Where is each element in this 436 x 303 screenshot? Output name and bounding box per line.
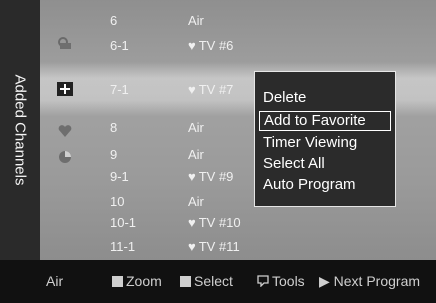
channel-name: Air <box>188 120 204 135</box>
select-label: Select <box>194 273 233 289</box>
tools-icon <box>257 273 269 288</box>
menu-item-auto-program[interactable]: Auto Program <box>259 175 391 195</box>
menu-item-timer-viewing[interactable]: Timer Viewing <box>259 133 391 153</box>
channel-number: 9 <box>110 147 118 162</box>
side-title-bar: Added Channels <box>0 0 40 260</box>
tools-context-menu: Delete Add to Favorite Timer Viewing Sel… <box>254 71 396 207</box>
tools-guide[interactable]: Tools <box>257 272 305 290</box>
zoom-label: Zoom <box>126 273 162 289</box>
channel-name: TV #7 <box>198 82 234 97</box>
channel-name-with-favorite: ♥ TV #9 <box>188 168 233 186</box>
channel-name-with-favorite: ♥ TV #6 <box>188 37 233 55</box>
source-label: Air <box>46 273 64 289</box>
channel-number: 7-1 <box>110 82 129 97</box>
zoom-guide[interactable]: Zoom <box>112 272 162 290</box>
menu-item-select-all[interactable]: Select All <box>259 154 391 174</box>
menu-item-add-to-favorite[interactable]: Add to Favorite <box>259 111 391 131</box>
channel-name: TV #9 <box>198 169 234 184</box>
channel-number: 9-1 <box>110 169 129 184</box>
tv-channel-list-screen: Added Channels 6 Air 6-1 ♥ TV #6 7-1 ♥ T… <box>0 0 436 303</box>
heart-icon: ♥ <box>188 38 196 53</box>
channel-name-with-favorite: ♥ TV #11 <box>188 238 240 256</box>
channel-row[interactable]: 6-1 ♥ TV #6 <box>40 37 436 55</box>
channel-name: TV #10 <box>198 215 241 230</box>
channel-name-with-favorite: ♥ TV #7 <box>188 81 233 99</box>
channel-name-with-favorite: ♥ TV #10 <box>188 214 241 232</box>
tools-label: Tools <box>272 273 305 289</box>
channel-name: TV #6 <box>198 38 234 53</box>
heart-icon: ♥ <box>188 239 196 254</box>
channel-number: 10-1 <box>110 215 137 230</box>
channel-number: 10 <box>110 194 125 209</box>
select-key-icon <box>180 276 191 287</box>
heart-icon: ♥ <box>188 169 196 184</box>
channel-name: TV #11 <box>198 239 240 254</box>
select-guide[interactable]: Select <box>180 272 233 290</box>
channel-name: Air <box>188 147 204 162</box>
channel-number: 8 <box>110 120 118 135</box>
zoom-key-icon <box>112 276 123 287</box>
channel-name: Air <box>188 194 204 209</box>
menu-item-delete[interactable]: Delete <box>259 88 391 108</box>
channel-number: 11-1 <box>110 239 136 254</box>
panel-title: Added Channels <box>11 74 29 186</box>
heart-icon: ♥ <box>188 82 196 97</box>
bottom-guide-bar: Air Zoom Select Tools ▶ Next Program <box>0 260 436 303</box>
channel-row[interactable]: 11-1 ♥ TV #11 <box>40 238 436 256</box>
channel-number: 6 <box>110 13 118 28</box>
next-program-guide[interactable]: ▶ Next Program <box>319 272 420 290</box>
heart-icon: ♥ <box>188 215 196 230</box>
channel-row[interactable]: 6 Air <box>40 12 436 30</box>
channel-number: 6-1 <box>110 38 129 53</box>
channel-row[interactable]: 10-1 ♥ TV #10 <box>40 214 436 232</box>
channel-name: Air <box>188 13 204 28</box>
